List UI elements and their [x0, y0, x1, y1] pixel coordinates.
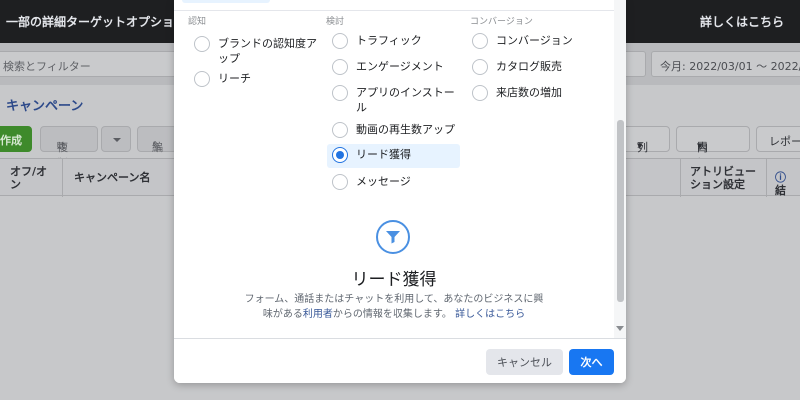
objective-option-traffic[interactable]: トラフィック [332, 30, 460, 52]
column-divider [62, 159, 63, 197]
objective-option-label: ブランドの認知度アップ [218, 37, 317, 65]
edit-label-text: 編 [152, 141, 163, 154]
caret-down-icon: ▾ [697, 139, 703, 152]
radio-button[interactable] [332, 122, 348, 138]
date-range-label: 今月: 2022/03/01 ～ 2022/03 [660, 60, 800, 73]
notice-learn-more-link[interactable]: 詳しくはこちら [700, 13, 784, 30]
radio-button[interactable] [472, 59, 488, 75]
column-header-onoff[interactable]: オフ/オン [10, 165, 50, 191]
dialog-top-highlight [182, 0, 270, 3]
reports-button[interactable]: レポー [756, 126, 800, 152]
description-line-2-suffix: からの情報を収集します。 [332, 309, 452, 320]
radio-button[interactable] [332, 33, 348, 49]
radio-button[interactable] [194, 71, 210, 87]
objective-group-awareness-heading: 認知 [188, 17, 207, 27]
objective-group-consideration-heading: 検討 [326, 17, 345, 27]
info-icon: ⓘ [775, 171, 786, 184]
next-button[interactable]: 次へ [569, 349, 614, 375]
objective-option-label: アプリのインストール [356, 86, 455, 114]
selected-objective-description: フォーム、通話またはチャットを利用して、あなたのビジネスに興 味がある利用者から… [224, 292, 564, 322]
funnel-icon-graphic [386, 231, 400, 244]
caret-down-icon: ▾ [637, 139, 643, 152]
radio-button[interactable] [472, 33, 488, 49]
result-label: 結 [775, 184, 786, 197]
description-line-2-prefix: 味がある [262, 309, 303, 320]
duplicate-button[interactable]: ⧉ 複製 [40, 126, 98, 170]
objective-option-label: メッセージ [356, 175, 411, 188]
objective-option-lead-generation[interactable]: リード獲得 [327, 144, 460, 168]
radio-button[interactable] [332, 59, 348, 75]
search-placeholder: 検索とフィルター [3, 60, 91, 73]
caret-down-icon [113, 138, 121, 142]
objective-option-store-traffic[interactable]: 来店数の増加 [472, 82, 602, 104]
column-header-attribution[interactable]: アトリビューション設定 [690, 165, 760, 191]
objective-option-brand-awareness[interactable]: ブランドの認知度アップ [194, 33, 324, 67]
dialog-divider [174, 10, 614, 11]
date-range-picker[interactable]: 今月: 2022/03/01 ～ 2022/03 [651, 51, 800, 77]
objective-group-conversion-heading: コンバージョン [470, 17, 533, 27]
page-title: キャンペーン [6, 99, 84, 114]
column-header-campaign-name[interactable]: キャンペーン名 [74, 171, 150, 184]
dialog-footer: キャンセル 次へ [174, 338, 626, 383]
create-button[interactable]: 作成 [0, 126, 32, 152]
objective-option-label: 来店数の増加 [496, 86, 562, 99]
description-line-1: フォーム、通話またはチャットを利用して、あなたのビジネスに興 [244, 294, 544, 305]
objective-option-reach[interactable]: リーチ [194, 68, 324, 90]
objective-option-label: リード獲得 [356, 148, 411, 161]
selected-objective-title: リード獲得 [351, 270, 437, 290]
column-divider [680, 159, 681, 197]
radio-button[interactable] [194, 36, 210, 52]
duplicate-dropdown-button[interactable] [101, 126, 131, 152]
campaign-objective-dialog: 認知 ブランドの認知度アップ リーチ 検討 トラフィック エンゲージメント アプ… [174, 0, 626, 383]
people-link[interactable]: 利用者 [303, 309, 333, 320]
objective-option-video-views[interactable]: 動画の再生数アップ [332, 119, 460, 141]
radio-button[interactable] [472, 85, 488, 101]
radio-button[interactable] [332, 174, 348, 190]
radio-button-selected[interactable] [332, 147, 348, 163]
objective-option-conversions[interactable]: コンバージョン [472, 30, 602, 52]
objective-option-label: コンバージョン [496, 34, 573, 47]
edit-button[interactable]: ✎ 編 [137, 126, 177, 154]
objective-option-messages[interactable]: メッセージ [332, 171, 460, 193]
radio-button[interactable] [332, 85, 348, 101]
objective-option-label: トラフィック [356, 34, 422, 47]
cancel-button[interactable]: キャンセル [486, 349, 563, 375]
column-header-result[interactable]: ⓘ 結 [775, 171, 800, 197]
objective-option-label: リーチ [218, 72, 251, 85]
objective-option-label: カタログ販売 [496, 60, 562, 73]
breakdown-button[interactable]: ▤ 内訳 ▾ [676, 126, 750, 170]
funnel-icon [376, 220, 410, 254]
scroll-down-arrow-icon[interactable] [616, 326, 624, 331]
objective-option-catalog-sales[interactable]: カタログ販売 [472, 56, 602, 78]
column-divider [766, 159, 767, 197]
objective-option-label: 動画の再生数アップ [356, 123, 455, 136]
reports-label-text: レポー [769, 135, 800, 148]
dialog-scrollbar-thumb[interactable] [617, 120, 624, 302]
columns-button[interactable]: 列 ▾ [620, 126, 670, 154]
create-button-label: 作成 [0, 134, 22, 147]
objective-option-engagement[interactable]: エンゲージメント [332, 56, 460, 78]
objective-option-label: エンゲージメント [356, 60, 444, 73]
objective-learn-more-link[interactable]: 詳しくはこちら [455, 309, 525, 320]
objective-option-app-installs[interactable]: アプリのインストール [332, 82, 460, 116]
